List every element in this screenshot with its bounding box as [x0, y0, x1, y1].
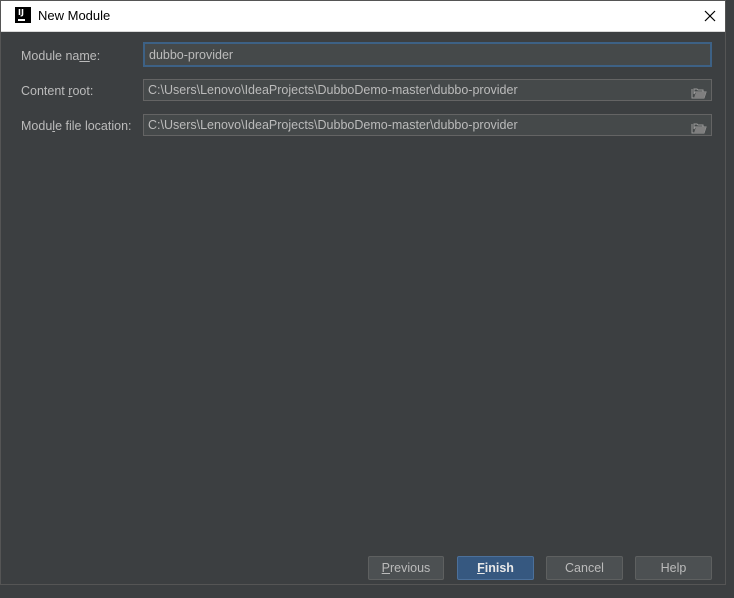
- new-module-dialog: IJ New Module Module name: Content root:…: [0, 0, 726, 585]
- close-icon: [704, 10, 716, 22]
- intellij-icon: IJ: [15, 7, 31, 23]
- previous-button[interactable]: Previous: [368, 556, 444, 580]
- finish-button[interactable]: Finish: [457, 556, 534, 580]
- module-name-input[interactable]: [145, 44, 710, 65]
- dialog-titlebar: IJ New Module: [1, 1, 725, 32]
- close-button[interactable]: [699, 5, 721, 27]
- folder-open-icon[interactable]: [691, 119, 707, 134]
- content-root-label: Content root:: [21, 84, 94, 98]
- folder-open-icon[interactable]: [691, 84, 707, 99]
- help-button[interactable]: Help: [635, 556, 712, 580]
- module-name-field[interactable]: [143, 42, 712, 67]
- module-file-location-input[interactable]: [144, 115, 711, 135]
- content-root-input[interactable]: [144, 80, 711, 100]
- module-file-location-field[interactable]: [143, 114, 712, 136]
- cancel-button[interactable]: Cancel: [546, 556, 623, 580]
- dialog-title: New Module: [38, 8, 111, 23]
- module-name-label: Module name:: [21, 49, 101, 63]
- content-root-field[interactable]: [143, 79, 712, 101]
- module-file-location-label: Module file location:: [21, 119, 132, 133]
- ide-right-edge: [726, 0, 734, 598]
